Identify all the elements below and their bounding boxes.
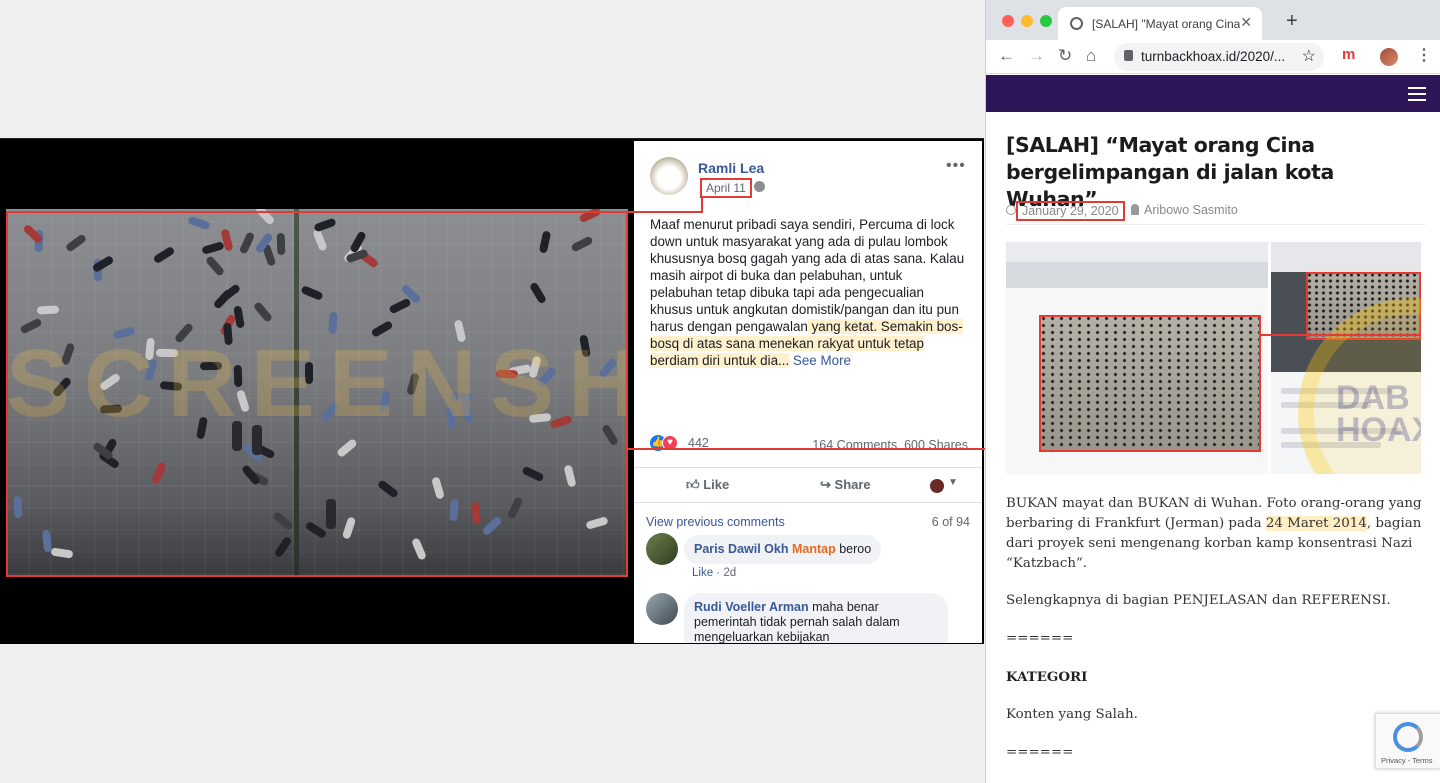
lock-icon[interactable] — [1124, 50, 1133, 61]
post-body: Maaf menurut pribadi saya sendiri, Percu… — [650, 217, 965, 334]
close-window-button[interactable] — [1002, 15, 1014, 27]
recaptcha-icon — [1393, 722, 1423, 752]
connector-line — [628, 448, 1040, 450]
comment-like-link[interactable]: Like — [692, 567, 713, 579]
comment-tag: Mantap — [791, 542, 836, 556]
browser-window: [SALAH] "Mayat orang Cina bergelimpangan… — [985, 0, 1440, 783]
comment-time[interactable]: 2d — [723, 567, 736, 579]
hamburger-menu-icon[interactable] — [1408, 87, 1426, 105]
extension-m-icon[interactable]: m — [1342, 46, 1355, 63]
share-icon: ↪ — [820, 477, 831, 492]
comment-bubble: Paris Dawil Okh Mantap beroo — [684, 535, 882, 564]
reactions-bar: 👍 ♥ 442 164 Comments 600 Shares — [650, 433, 968, 453]
author-avatar[interactable] — [650, 157, 688, 195]
article-paragraph: Konten yang Salah. — [1006, 707, 1138, 722]
more-options-icon[interactable]: ••• — [946, 157, 966, 175]
article-date[interactable]: January 29, 2020 — [1016, 201, 1125, 221]
facebook-post-screenshot: SCREENSHOT BY Ramli Lea April 11 ••• Maa… — [0, 138, 984, 644]
seal-watermark-lettering: DABHOAX — [1336, 379, 1421, 449]
browser-toolbar: ← → ↻ ⌂ turnbackhoax.id/2020/... ☆ m ⋮ — [986, 40, 1440, 74]
post-panel: Ramli Lea April 11 ••• Maaf menurut prib… — [634, 141, 982, 643]
see-more-link[interactable]: See More — [793, 353, 851, 368]
connector-line — [701, 196, 703, 213]
thumbs-up-icon: 👍︎ — [686, 477, 700, 492]
user-icon — [1131, 204, 1139, 215]
home-icon[interactable]: ⌂ — [1086, 46, 1096, 66]
commenter-avatar[interactable] — [646, 533, 678, 565]
tab-title: [SALAH] "Mayat orang Cina bergelimpangan… — [1092, 17, 1240, 31]
article-meta: January 29, 2020 Aribowo Sasmito — [1006, 201, 1426, 223]
comment-text: beroo — [835, 542, 872, 556]
divider — [1006, 224, 1426, 225]
comment-meta: Like · 2d — [692, 567, 737, 579]
back-arrow-icon[interactable]: ← — [998, 46, 1015, 66]
commenter-name[interactable]: Paris Dawil Okh — [694, 542, 788, 556]
url-text: turnbackhoax.id/2020/... — [1141, 49, 1286, 64]
recaptcha-links[interactable]: Privacy - Terms — [1381, 756, 1433, 765]
connector-line — [628, 211, 702, 213]
recaptcha-badge[interactable]: Privacy - Terms — [1375, 713, 1440, 769]
post-date[interactable]: April 11 — [700, 178, 752, 198]
active-tab[interactable]: [SALAH] "Mayat orang Cina bergelimpangan… — [1058, 7, 1262, 40]
like-button[interactable]: 👍︎ Like — [686, 477, 729, 493]
clock-icon — [1006, 205, 1016, 215]
reload-icon[interactable]: ↻ — [1058, 46, 1072, 66]
commenter-name[interactable]: Rudi Voeller Arman — [694, 600, 809, 614]
comment-bubble: Rudi Voeller Arman maha benar pemerintah… — [684, 593, 948, 643]
highlighted-date: 24 Maret 2014 — [1265, 516, 1367, 531]
globe-icon — [1070, 17, 1083, 30]
comment-page-count: 6 of 94 — [931, 515, 970, 529]
tab-bar: [SALAH] "Mayat orang Cina bergelimpangan… — [986, 0, 1440, 40]
photo-highlight-box — [6, 211, 628, 577]
star-icon[interactable]: ☆ — [1302, 46, 1316, 66]
article-paragraph: BUKAN mayat dan BUKAN di Wuhan. Foto ora… — [1006, 494, 1426, 574]
audience-avatar[interactable] — [930, 479, 944, 493]
profile-avatar[interactable] — [1380, 48, 1398, 66]
separator-text: ====== — [1006, 631, 1074, 646]
minimize-window-button[interactable] — [1021, 15, 1033, 27]
like-label: Like — [703, 477, 730, 492]
kategori-heading: KATEGORI — [1006, 669, 1088, 685]
share-label: Share — [834, 477, 871, 492]
caret-down-icon[interactable]: ▼ — [948, 477, 958, 488]
image-panel-header — [1271, 242, 1421, 272]
new-tab-button[interactable]: + — [1286, 10, 1298, 33]
post-text: Maaf menurut pribadi saya sendiri, Percu… — [650, 216, 968, 369]
maximize-window-button[interactable] — [1040, 15, 1052, 27]
commenter-avatar[interactable] — [646, 593, 678, 625]
site-header — [986, 75, 1440, 112]
forward-arrow-icon[interactable]: → — [1028, 46, 1045, 66]
address-bar[interactable]: turnbackhoax.id/2020/... ☆ — [1114, 43, 1324, 71]
image-browser-bar — [1006, 262, 1268, 288]
image-highlight-box — [1039, 315, 1261, 452]
view-previous-comments-link[interactable]: View previous comments — [646, 515, 785, 529]
connector-line — [1259, 334, 1421, 336]
separator-text: ====== — [1006, 745, 1074, 760]
close-icon[interactable]: ✕ — [1240, 14, 1252, 31]
menu-icon[interactable]: ⋮ — [1416, 45, 1432, 65]
article-paragraph: Selengkapnya di bagian PENJELASAN dan RE… — [1006, 593, 1391, 608]
author-name[interactable]: Ramli Lea — [698, 160, 764, 176]
article-image[interactable]: DABHOAX — [1006, 242, 1421, 474]
globe-icon — [754, 181, 765, 192]
share-button[interactable]: ↪ Share — [820, 477, 871, 493]
article-author[interactable]: Aribowo Sasmito — [1144, 203, 1238, 217]
post-actions: 👍︎ Like ↪ Share ▼ — [634, 467, 982, 503]
